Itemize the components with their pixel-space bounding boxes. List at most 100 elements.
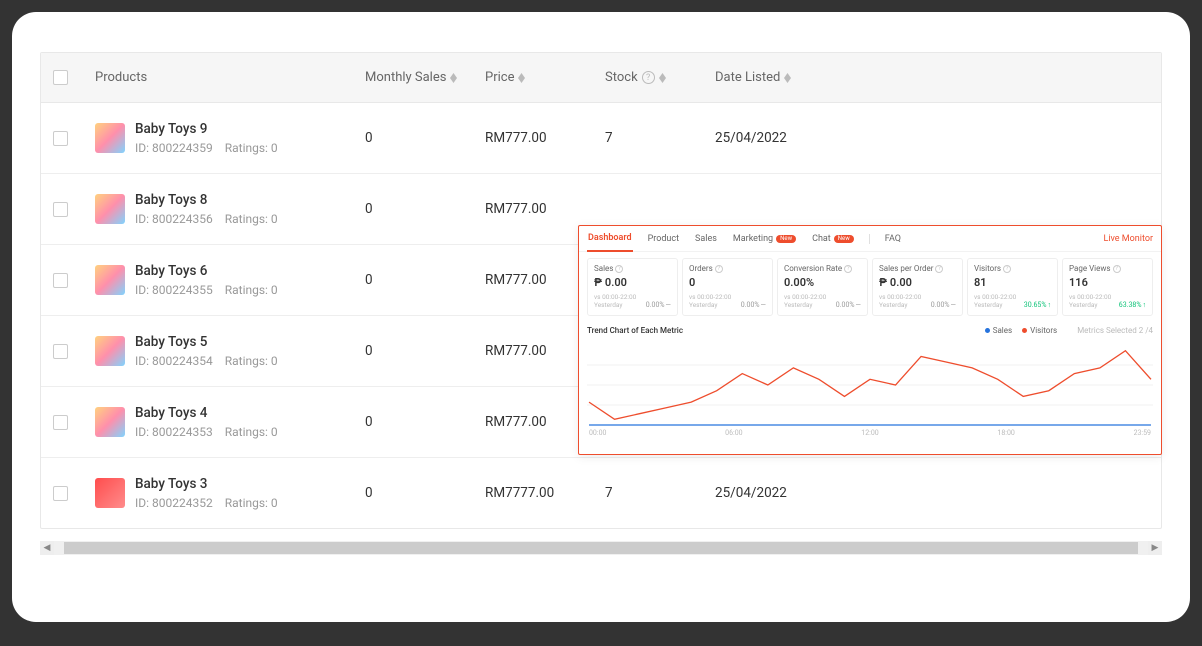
legend-sales[interactable]: Sales xyxy=(985,326,1012,335)
row-checkbox[interactable] xyxy=(53,202,68,217)
metric-card[interactable]: Orders ?0vs 00:00-22:00Yesterday0.00% — xyxy=(682,258,773,316)
product-info: Baby Toys 4 ID: 800224353 Ratings: 0 xyxy=(135,405,290,439)
tab-faq[interactable]: FAQ xyxy=(884,234,902,244)
product-name[interactable]: Baby Toys 4 xyxy=(135,405,290,421)
x-tick: 06:00 xyxy=(725,429,742,437)
help-icon[interactable]: ? xyxy=(642,71,655,84)
live-monitor-link[interactable]: Live Monitor xyxy=(1103,234,1153,244)
metric-title: Sales per Order ? xyxy=(879,264,956,273)
tab-sales-label: Sales xyxy=(695,234,717,244)
metric-title: Sales ? xyxy=(594,264,671,273)
chart-area: 00:0006:0012:0018:0023:59 xyxy=(579,339,1161,447)
legend-dot-icon xyxy=(1022,328,1027,333)
scroll-left-icon[interactable]: ◀ xyxy=(40,541,54,555)
header-products-label: Products xyxy=(95,70,147,85)
tab-dashboard[interactable]: Dashboard xyxy=(587,226,633,252)
product-name[interactable]: Baby Toys 9 xyxy=(135,121,290,137)
product-name[interactable]: Baby Toys 6 xyxy=(135,263,290,279)
metric-card[interactable]: Sales per Order ?₱ 0.00vs 00:00-22:00Yes… xyxy=(872,258,963,316)
header-date-listed-label: Date Listed xyxy=(715,70,780,85)
help-icon[interactable]: ? xyxy=(1113,265,1121,273)
price-cell: RM7777.00 xyxy=(485,485,605,501)
row-checkbox[interactable] xyxy=(53,131,68,146)
row-checkbox-cell xyxy=(53,486,95,501)
tab-chat[interactable]: ChatNew xyxy=(811,234,855,244)
metric-card[interactable]: Page Views ?116vs 00:00-22:00Yesterday63… xyxy=(1062,258,1153,316)
sort-icon xyxy=(659,73,666,83)
new-badge: New xyxy=(834,235,854,243)
metric-delta: 0.00% — xyxy=(741,301,766,309)
product-cell: Baby Toys 4 ID: 800224353 Ratings: 0 xyxy=(95,405,365,439)
product-id: ID: 800224353 xyxy=(135,425,213,439)
header-checkbox-cell xyxy=(53,70,95,85)
monthly-sales-cell: 0 xyxy=(365,130,485,146)
help-icon[interactable]: ? xyxy=(615,265,623,273)
metric-card[interactable]: Visitors ?81vs 00:00-22:00Yesterday30.65… xyxy=(967,258,1058,316)
product-info: Baby Toys 3ID: 800224352Ratings: 0 xyxy=(135,476,290,510)
header-price[interactable]: Price xyxy=(485,70,605,85)
product-name[interactable]: Baby Toys 8 xyxy=(135,192,290,208)
x-tick: 00:00 xyxy=(589,429,606,437)
product-thumbnail xyxy=(95,336,125,366)
help-icon[interactable]: ? xyxy=(935,265,943,273)
product-ratings: Ratings: 0 xyxy=(225,141,278,155)
row-checkbox-cell xyxy=(53,202,95,217)
row-checkbox[interactable] xyxy=(53,415,68,430)
legend-dot-icon xyxy=(985,328,990,333)
row-checkbox-cell xyxy=(53,415,95,430)
tab-dashboard-label: Dashboard xyxy=(588,226,632,250)
product-cell: Baby Toys 5ID: 800224354Ratings: 0 xyxy=(95,334,365,368)
trend-arrow-icon: — xyxy=(856,301,861,309)
trend-arrow-icon: — xyxy=(761,301,766,309)
stock-cell: 7 xyxy=(605,130,715,146)
metrics-selected-count: Metrics Selected 2 /4 xyxy=(1077,326,1153,335)
row-checkbox[interactable] xyxy=(53,344,68,359)
help-icon[interactable]: ? xyxy=(844,265,852,273)
trend-chart xyxy=(587,339,1153,429)
date-cell: 25/04/2022 xyxy=(715,485,835,501)
product-name[interactable]: Baby Toys 5 xyxy=(135,334,290,350)
header-date-listed[interactable]: Date Listed xyxy=(715,70,835,85)
product-ratings: Ratings: 0 xyxy=(225,283,278,297)
product-id: ID: 800224356 xyxy=(135,212,213,226)
horizontal-scrollbar[interactable]: ◀ ▶ xyxy=(40,541,1162,555)
help-icon[interactable]: ? xyxy=(1003,265,1011,273)
new-badge: New xyxy=(776,235,796,243)
product-name[interactable]: Baby Toys 3 xyxy=(135,476,290,492)
help-icon[interactable]: ? xyxy=(715,265,723,273)
metric-value: ₱ 0.00 xyxy=(879,276,956,289)
product-id: ID: 800224352 xyxy=(135,496,213,510)
x-tick: 12:00 xyxy=(861,429,878,437)
metric-value: ₱ 0.00 xyxy=(594,276,671,289)
metric-card[interactable]: Sales ?₱ 0.00vs 00:00-22:00Yesterday0.00… xyxy=(587,258,678,316)
scrollbar-track[interactable] xyxy=(64,542,1138,554)
header-products: Products xyxy=(95,70,365,85)
tab-marketing[interactable]: MarketingNew xyxy=(732,234,797,244)
product-meta: ID: 800224359Ratings: 0 xyxy=(135,141,290,155)
monthly-sales-cell: 0 xyxy=(365,485,485,501)
select-all-checkbox[interactable] xyxy=(53,70,68,85)
metric-card[interactable]: Conversion Rate ?0.00%vs 00:00-22:00Yest… xyxy=(777,258,868,316)
row-checkbox[interactable] xyxy=(53,273,68,288)
trend-arrow-icon: — xyxy=(666,301,671,309)
monthly-sales-cell: 0 xyxy=(365,272,485,288)
product-ratings: Ratings: 0 xyxy=(225,425,278,439)
price-cell: RM777.00 xyxy=(485,130,605,146)
scroll-right-icon[interactable]: ▶ xyxy=(1148,541,1162,555)
product-cell: Baby Toys 9 ID: 800224359Ratings: 0 xyxy=(95,121,365,155)
metric-title: Visitors ? xyxy=(974,264,1051,273)
legend-visitors[interactable]: Visitors xyxy=(1022,326,1057,335)
metric-title: Conversion Rate ? xyxy=(784,264,861,273)
product-ratings: Ratings: 0 xyxy=(225,212,278,226)
table-row: Baby Toys 9 ID: 800224359Ratings: 0 0RM777… xyxy=(41,103,1161,174)
row-checkbox[interactable] xyxy=(53,486,68,501)
tab-product-label: Product xyxy=(648,234,679,244)
tab-product[interactable]: Product xyxy=(647,234,680,244)
monthly-sales-cell: 0 xyxy=(365,414,485,430)
header-monthly-sales[interactable]: Monthly Sales xyxy=(365,70,485,85)
tab-chat-label: Chat xyxy=(812,234,831,244)
tab-sales[interactable]: Sales xyxy=(694,234,718,244)
table-header-row: Products Monthly Sales Price Stock ? xyxy=(41,53,1161,103)
dashboard-tabs: Dashboard Product Sales MarketingNew Cha… xyxy=(579,226,1161,252)
header-stock[interactable]: Stock ? xyxy=(605,70,715,85)
